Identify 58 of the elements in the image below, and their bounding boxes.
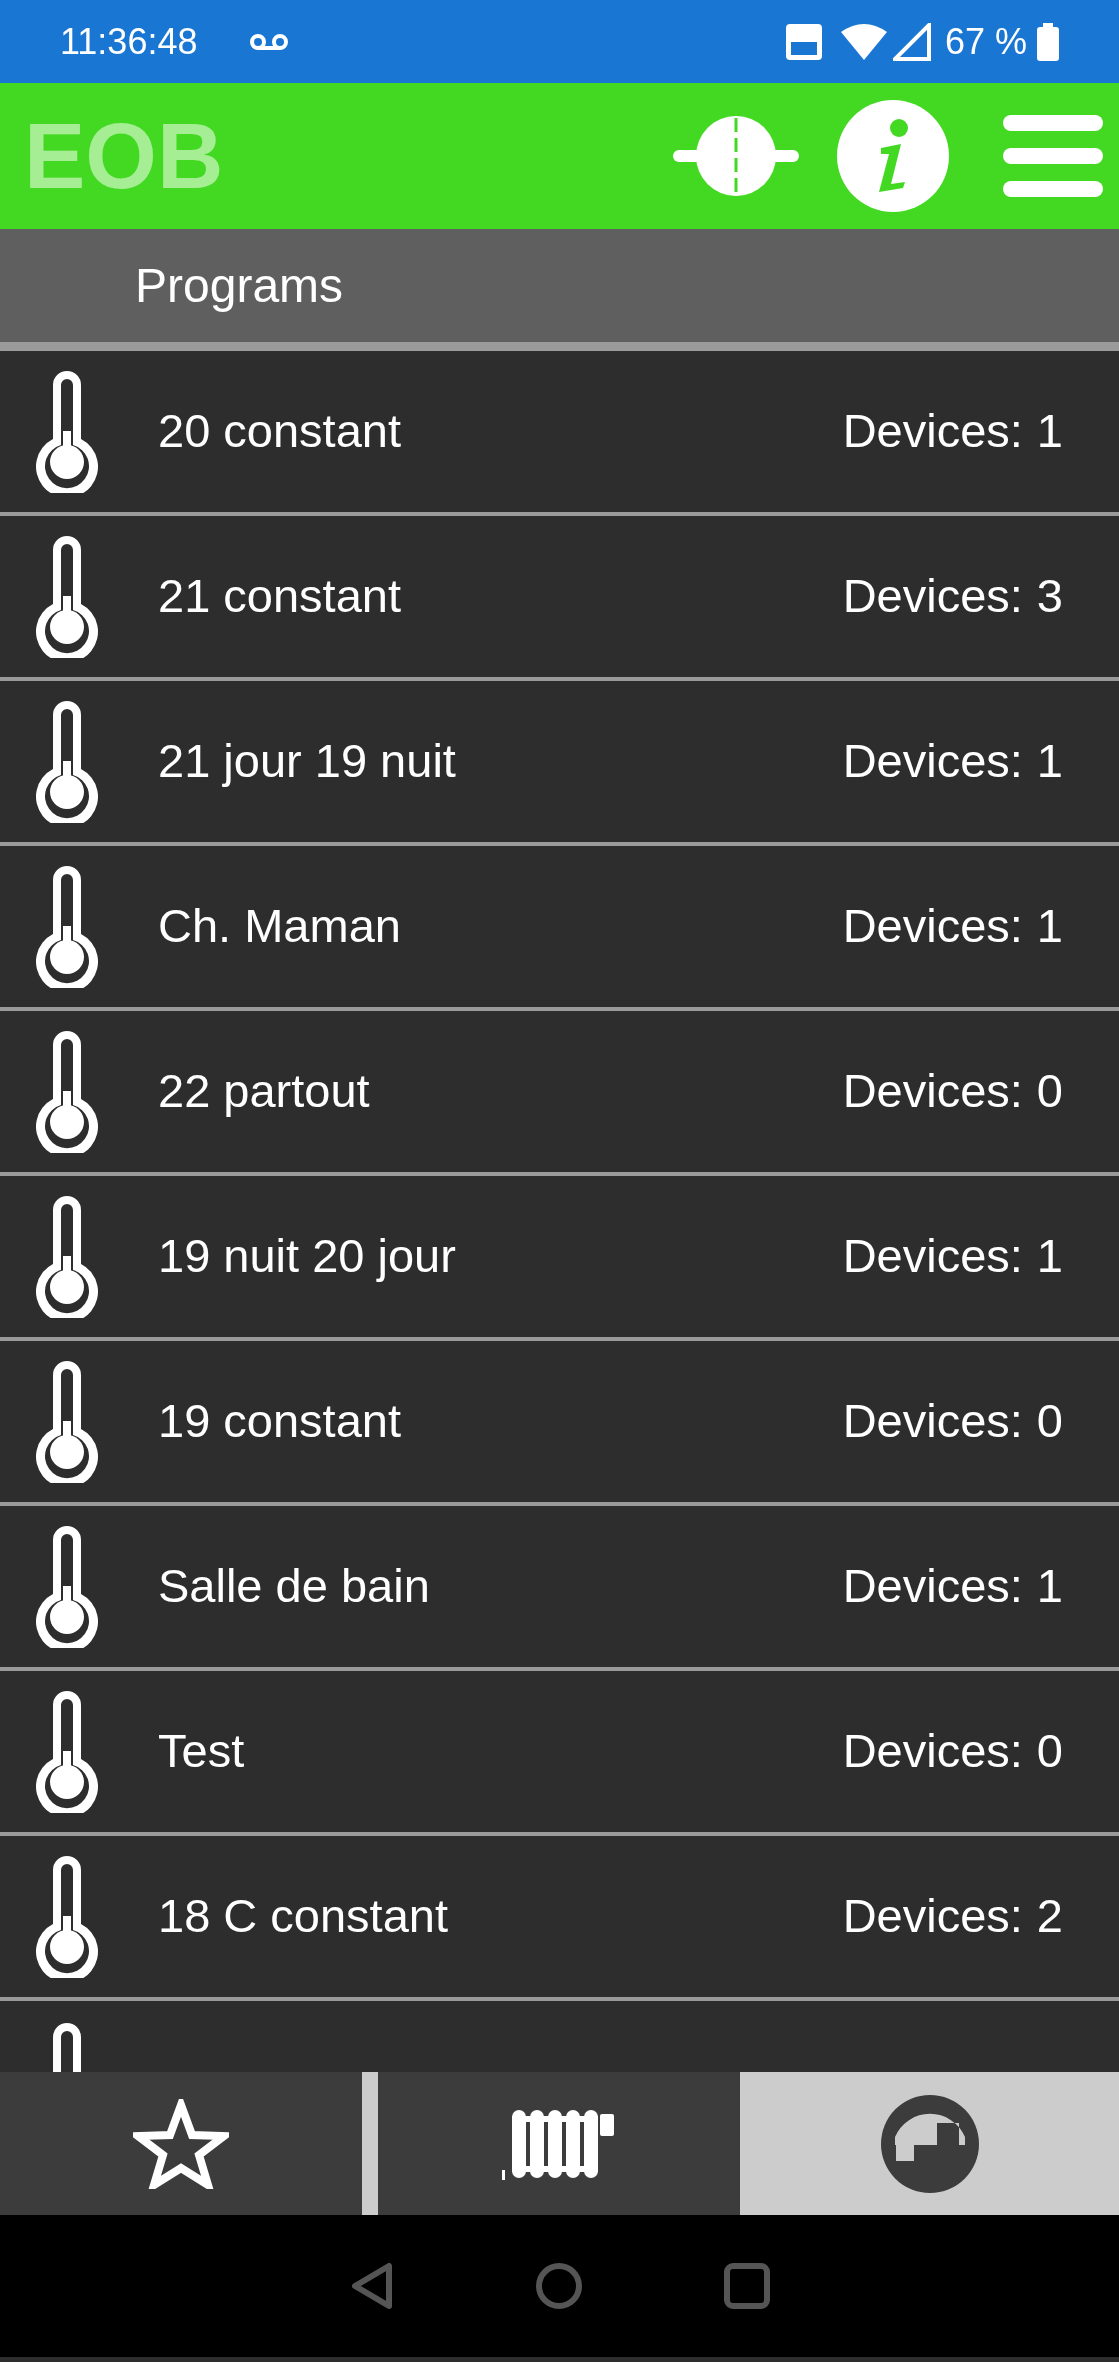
- voicemail-icon: [249, 31, 290, 52]
- tab[interactable]: [378, 2072, 740, 2215]
- thermometer-icon: [34, 1525, 100, 1648]
- devices-label: Devices:: [842, 898, 1023, 955]
- devices-count: 1: [1036, 403, 1063, 460]
- tab[interactable]: [0, 2072, 362, 2215]
- battery-icon: [1037, 22, 1059, 61]
- program-name: 21 jour 19 nuit: [158, 733, 456, 790]
- devices-label: Devices:: [842, 733, 1023, 790]
- devices-count: 0: [1036, 1723, 1063, 1780]
- thermometer-icon: [34, 1855, 100, 1978]
- status-time: 11:36:48: [60, 19, 198, 64]
- program-name: 19 constant: [158, 1393, 401, 1450]
- star-icon: [133, 2098, 229, 2189]
- devices-label: Devices:: [842, 1393, 1023, 1450]
- devices-label: Devices:: [842, 403, 1023, 460]
- program-name: 19 nuit 20 jour: [158, 1228, 456, 1285]
- program-name: 18 C constant: [158, 1888, 448, 1945]
- plug-icon[interactable]: [673, 116, 799, 196]
- devices-label: Devices:: [842, 1063, 1023, 1120]
- program-name: Salle de bain: [158, 1558, 430, 1615]
- schedule-icon: [878, 2092, 981, 2195]
- devices-label: Devices:: [842, 568, 1023, 625]
- devices-label: Devices:: [842, 1888, 1023, 1945]
- devices-count: 0: [1036, 1063, 1063, 1120]
- battery-percent: 67 %: [944, 19, 1027, 64]
- program-name: 20 constant: [158, 403, 401, 460]
- devices-count: 1: [1036, 1558, 1063, 1615]
- wifi-icon: [840, 23, 887, 60]
- program-name: Test: [158, 1723, 245, 1780]
- program-name: Ch. Maman: [158, 898, 401, 955]
- thermometer-icon: [34, 865, 100, 988]
- devices-label: Devices:: [842, 1558, 1023, 1615]
- devices-count: 1: [1036, 898, 1063, 955]
- signal-icon: [892, 22, 931, 61]
- thermometer-icon: [34, 1195, 100, 1318]
- devices-count: 0: [1036, 1393, 1063, 1450]
- thermometer-icon: [34, 700, 100, 823]
- page-title: Programs: [135, 257, 344, 314]
- home-icon[interactable]: [534, 2262, 583, 2310]
- logo: EOB: [24, 104, 224, 209]
- thermometer-icon: [34, 1360, 100, 1483]
- program-name: 21 constant: [158, 568, 401, 625]
- volte-icon: [784, 22, 823, 61]
- devices-count: 1: [1036, 1228, 1063, 1285]
- devices-count: 3: [1036, 568, 1063, 625]
- thermometer-icon: [34, 1030, 100, 1153]
- thermometer-icon: [34, 370, 100, 493]
- recents-icon[interactable]: [722, 2262, 771, 2310]
- devices-label: Devices:: [842, 1723, 1023, 1780]
- info-icon[interactable]: [837, 100, 949, 212]
- devices-count: 1: [1036, 733, 1063, 790]
- devices-count: 2: [1036, 1888, 1063, 1945]
- thermometer-icon: [34, 1690, 100, 1813]
- devices-label: Devices:: [842, 1228, 1023, 1285]
- thermometer-icon: [34, 535, 100, 658]
- program-name: 22 partout: [158, 1063, 370, 1120]
- menu-icon[interactable]: [1003, 115, 1103, 197]
